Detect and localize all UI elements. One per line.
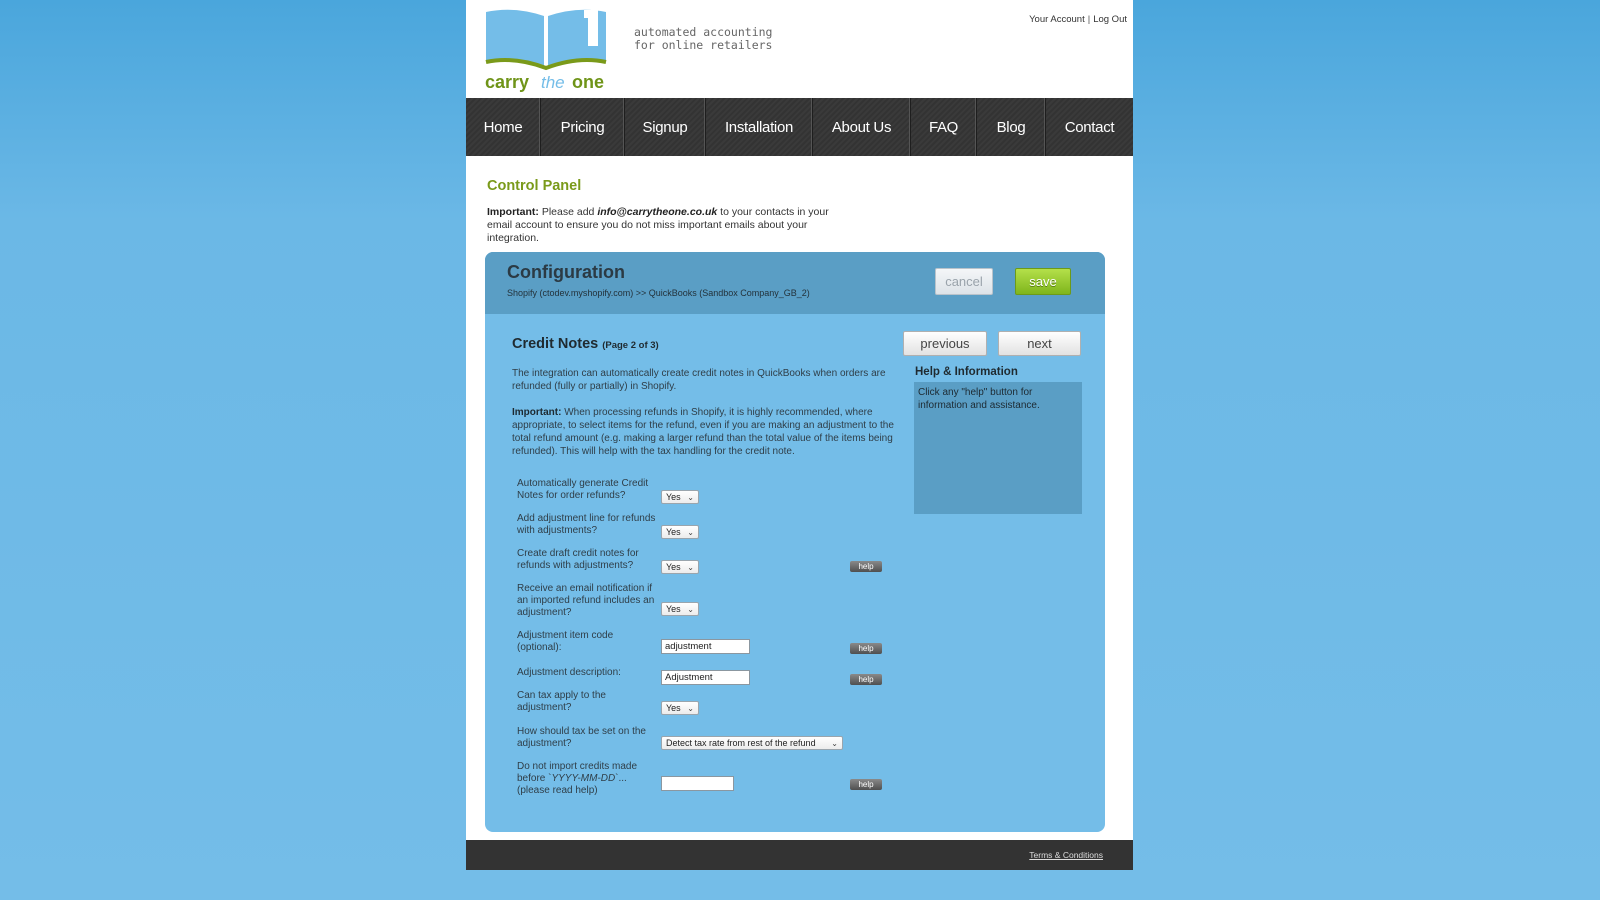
previous-button[interactable]: previous <box>903 331 987 356</box>
auto-generate-label: Automatically generate Credit Notes for … <box>517 478 649 501</box>
adjustment-description-label: Adjustment description: <box>517 667 621 678</box>
adjustment-line-select[interactable]: Yes ⌄ <box>661 525 699 539</box>
intro-text: The integration can automatically create… <box>512 367 902 471</box>
your-account-link[interactable]: Your Account <box>1029 14 1085 25</box>
chevron-down-icon: ⌄ <box>831 738 838 748</box>
nav-item-pricing[interactable]: Pricing <box>541 98 625 156</box>
tax-set-value: Detect tax rate from rest of the refund <box>666 738 816 748</box>
import-before-date-input[interactable] <box>661 776 734 791</box>
important-paragraph: Important: When processing refunds in Sh… <box>512 406 902 458</box>
adjustment-line-label: Add adjustment line for refunds with adj… <box>517 513 656 536</box>
tax-set-label: How should tax be set on the adjustment? <box>517 726 646 749</box>
email-notification-value: Yes <box>666 604 681 614</box>
create-draft-help-button[interactable]: help <box>850 561 882 572</box>
cancel-button[interactable]: cancel <box>935 268 993 295</box>
create-draft-label: Create draft credit notes for refunds wi… <box>517 548 639 571</box>
create-draft-value: Yes <box>666 562 681 572</box>
nav-item-installation[interactable]: Installation <box>706 98 813 156</box>
configuration-header: Configuration Shopify (ctodev.myshopify.… <box>485 252 1105 314</box>
tagline: automated accounting for online retailer… <box>634 26 772 52</box>
tax-apply-label: Can tax apply to the adjustment? <box>517 690 606 713</box>
logo-carry: carry <box>485 72 529 92</box>
chevron-down-icon: ⌄ <box>687 562 694 572</box>
terms-conditions-link[interactable]: Terms & Conditions <box>1029 850 1103 860</box>
log-out-link[interactable]: Log Out <box>1093 14 1127 25</box>
adjustment-description-input[interactable]: Adjustment <box>661 670 750 685</box>
nav-item-signup[interactable]: Signup <box>625 98 706 156</box>
notice-important-label: Important: <box>487 206 539 218</box>
help-info-box: Click any "help" button for information … <box>914 382 1082 514</box>
tax-apply-select[interactable]: Yes ⌄ <box>661 701 699 715</box>
help-info-title: Help & Information <box>915 366 1018 378</box>
nav-item-blog[interactable]: Blog <box>977 98 1046 156</box>
link-separator: | <box>1087 14 1091 25</box>
control-panel-title: Control Panel <box>487 178 582 194</box>
logo-the: the <box>541 73 565 92</box>
chevron-down-icon: ⌄ <box>687 703 694 713</box>
main-nav: Home Pricing Signup Installation About U… <box>466 98 1133 156</box>
book-logo-icon: carry the one <box>485 9 607 92</box>
intro-paragraph: The integration can automatically create… <box>512 368 886 392</box>
carrytheone-logo[interactable]: carry the one <box>484 8 614 93</box>
tax-apply-value: Yes <box>666 703 681 713</box>
important-label: Important: <box>512 407 562 418</box>
email-notification-select[interactable]: Yes ⌄ <box>661 602 699 616</box>
chevron-down-icon: ⌄ <box>687 492 694 502</box>
import-before-date-format: YYYY-MM-DD <box>551 773 616 784</box>
nav-item-home[interactable]: Home <box>466 98 541 156</box>
configuration-title: Configuration <box>507 262 625 282</box>
email-notification-label: Receive an email notification if an impo… <box>517 583 655 618</box>
item-code-help-button[interactable]: help <box>850 643 882 654</box>
tax-set-select[interactable]: Detect tax rate from rest of the refund ⌄ <box>661 736 843 750</box>
email-notice: Important: Please add info@carrytheone.c… <box>487 206 847 245</box>
item-code-label: Adjustment item code (optional): <box>517 630 614 653</box>
configuration-panel: Configuration Shopify (ctodev.myshopify.… <box>485 252 1105 832</box>
footer: Terms & Conditions <box>466 840 1133 870</box>
create-draft-select[interactable]: Yes ⌄ <box>661 560 699 574</box>
integration-path: Shopify (ctodev.myshopify.com) >> QuickB… <box>507 288 810 298</box>
nav-item-about-us[interactable]: About Us <box>813 98 911 156</box>
page-indicator: (Page 2 of 3) <box>602 340 659 351</box>
next-button[interactable]: next <box>998 331 1081 356</box>
important-text: When processing refunds in Shopify, it i… <box>512 407 894 457</box>
auto-generate-select[interactable]: Yes ⌄ <box>661 490 699 504</box>
import-before-label: Do not import credits made before `YYYY-… <box>517 761 657 797</box>
nav-item-faq[interactable]: FAQ <box>911 98 977 156</box>
account-links: Your Account | Log Out <box>1029 14 1127 25</box>
adjustment-description-help-button[interactable]: help <box>850 674 882 685</box>
import-before-help-button[interactable]: help <box>850 779 882 790</box>
chevron-down-icon: ⌄ <box>687 604 694 614</box>
auto-generate-value: Yes <box>666 492 681 502</box>
page-container: carry the one automated accounting for o… <box>466 0 1133 870</box>
item-code-input[interactable]: adjustment <box>661 639 750 654</box>
chevron-down-icon: ⌄ <box>687 527 694 537</box>
tagline-line-2: for online retailers <box>634 38 773 52</box>
adjustment-line-value: Yes <box>666 527 681 537</box>
credit-notes-heading: Credit Notes <box>512 336 599 352</box>
notice-email: info@carrytheone.co.uk <box>597 206 718 218</box>
save-button[interactable]: save <box>1015 268 1071 295</box>
logo-one: one <box>572 72 604 92</box>
notice-text-1: Please add <box>538 206 598 218</box>
nav-item-contact[interactable]: Contact <box>1046 98 1133 156</box>
section-title: Credit Notes (Page 2 of 3) <box>512 336 659 352</box>
